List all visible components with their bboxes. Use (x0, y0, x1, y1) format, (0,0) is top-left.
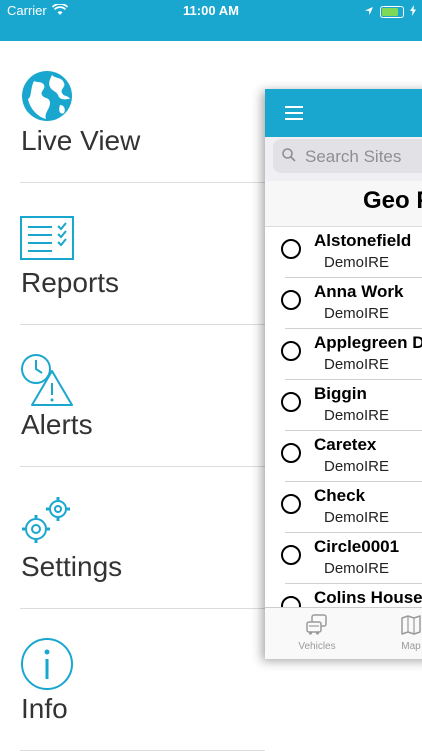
menu-label: Alerts (21, 409, 93, 440)
list-item[interactable]: Biggin DemoIRE (265, 380, 422, 431)
menu-item-settings[interactable]: Settings (20, 467, 265, 609)
site-name: Anna Work (314, 282, 404, 301)
map-icon (391, 614, 422, 639)
site-group: DemoIRE (324, 407, 390, 424)
radio-button[interactable] (281, 443, 301, 463)
radio-button[interactable] (281, 290, 301, 310)
charging-bolt-icon (410, 3, 416, 21)
site-group: DemoIRE (324, 509, 390, 526)
list-item[interactable]: Applegreen Du DemoIRE (265, 329, 422, 380)
hamburger-menu-icon[interactable] (285, 106, 303, 124)
radio-button[interactable] (281, 392, 301, 412)
list-item[interactable]: Alstonefield DemoIRE (265, 227, 422, 278)
clock-time: 11:00 AM (183, 3, 239, 18)
location-arrow-icon (364, 3, 374, 21)
site-group: DemoIRE (324, 356, 390, 373)
info-icon (20, 637, 74, 691)
radio-button[interactable] (281, 239, 301, 259)
tab-vehicles[interactable]: Vehicles (287, 608, 347, 652)
site-name: Applegreen Du (314, 333, 422, 352)
status-bar: Carrier 11:00 AM (0, 0, 422, 41)
tab-map[interactable]: Map (391, 608, 422, 652)
menu-label: Info (21, 693, 68, 724)
site-name: Caretex (314, 435, 377, 454)
list-item[interactable]: Anna Work DemoIRE (265, 278, 422, 329)
menu-label: Live View (21, 125, 141, 156)
radio-button[interactable] (281, 494, 301, 514)
geofence-panel: Geo F Alstonefield DemoIRE Anna Work Dem… (265, 89, 422, 659)
vehicles-icon (287, 614, 347, 639)
menu-item-info[interactable]: Info (20, 609, 265, 751)
search-icon (282, 148, 296, 162)
battery-icon (380, 6, 404, 18)
title-bar: Geo F (265, 181, 422, 227)
site-name: Biggin (314, 384, 367, 403)
menu-item-reports[interactable]: Reports (20, 183, 265, 325)
site-group: DemoIRE (324, 254, 390, 271)
tab-label: Map (401, 641, 421, 652)
menu-label: Reports (21, 267, 120, 298)
search-input[interactable] (303, 139, 422, 175)
checklist-icon (20, 211, 74, 265)
panel-header (265, 89, 422, 137)
search-bar (265, 137, 422, 181)
page-title: Geo F (363, 187, 422, 214)
site-list: Alstonefield DemoIRE Anna Work DemoIRE A… (265, 227, 422, 635)
tab-label: Vehicles (298, 641, 336, 652)
status-right (364, 3, 416, 21)
menu-item-live-view[interactable]: Live View (20, 41, 265, 183)
site-name: Colins House (314, 588, 422, 607)
clock-warning-icon (20, 353, 74, 407)
globe-icon (20, 69, 74, 123)
menu-label: Settings (21, 551, 123, 582)
site-name: Circle0001 (314, 537, 400, 556)
list-item[interactable]: Check DemoIRE (265, 482, 422, 533)
site-name: Alstonefield (314, 231, 412, 250)
radio-button[interactable] (281, 545, 301, 565)
site-group: DemoIRE (324, 560, 390, 577)
site-group: DemoIRE (324, 305, 390, 322)
tab-bar: Vehicles Map (265, 607, 422, 659)
search-box[interactable] (273, 139, 422, 175)
list-item[interactable]: Circle0001 DemoIRE (265, 533, 422, 584)
list-item[interactable]: Caretex DemoIRE (265, 431, 422, 482)
menu-item-alerts[interactable]: Alerts (20, 325, 265, 467)
site-group: DemoIRE (324, 458, 390, 475)
site-name: Check (314, 486, 366, 505)
gears-icon (20, 495, 74, 549)
radio-button[interactable] (281, 341, 301, 361)
